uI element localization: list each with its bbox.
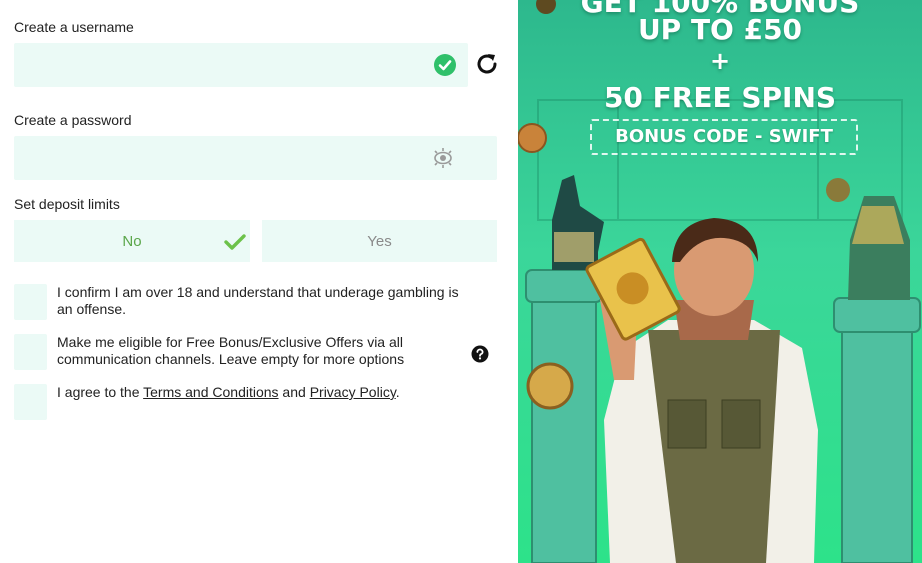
terms-prefix: I agree to the [57,384,144,400]
age-confirm-text: I confirm I am over 18 and understand th… [57,284,459,317]
left-pillar [525,269,603,563]
privacy-link[interactable]: Privacy Policy [310,384,396,400]
anubis-statue [552,175,604,270]
offers-optin-checkbox[interactable] [14,334,47,370]
pharaoh-statue [848,196,910,300]
terms-checkbox[interactable] [14,384,47,420]
deposit-yes-label: Yes [367,232,392,250]
terms-suffix: . [395,384,400,400]
username-input[interactable] [14,43,468,87]
terms-link[interactable]: Terms and Conditions [143,384,278,400]
password-label: Create a password [14,112,132,128]
refresh-icon[interactable] [473,50,501,78]
promo-line-spins: 50 FREE SPINS [603,81,837,114]
bonus-code-box: BONUS CODE - SWIFT [590,119,858,155]
registration-form: Create a username Create a password Set … [0,0,518,563]
eye-icon[interactable] [431,147,455,169]
promo-line-amount: UP TO £50 [637,13,803,46]
terms-and: and [278,384,310,400]
promo-banner: GET 100% BONUS UP TO £50 + 50 FREE SPINS… [518,0,922,563]
age-confirm-checkbox[interactable] [14,284,47,320]
question-circle-icon[interactable] [471,345,489,363]
deposit-limits-label: Set deposit limits [14,196,120,212]
deposit-limits-no-option[interactable]: No [14,220,250,262]
check-circle-icon [434,54,456,76]
checkmark-icon [224,233,246,251]
password-input[interactable] [14,136,497,180]
right-pillar [833,297,921,563]
promo-line-plus: + [709,47,731,75]
deposit-limits-yes-option[interactable]: Yes [262,220,497,262]
terms-text: I agree to the Terms and Conditions and … [57,384,477,401]
deposit-no-label: No [122,232,142,250]
offers-optin-text: Make me eligible for Free Bonus/Exclusiv… [57,334,405,367]
username-label: Create a username [14,19,134,35]
